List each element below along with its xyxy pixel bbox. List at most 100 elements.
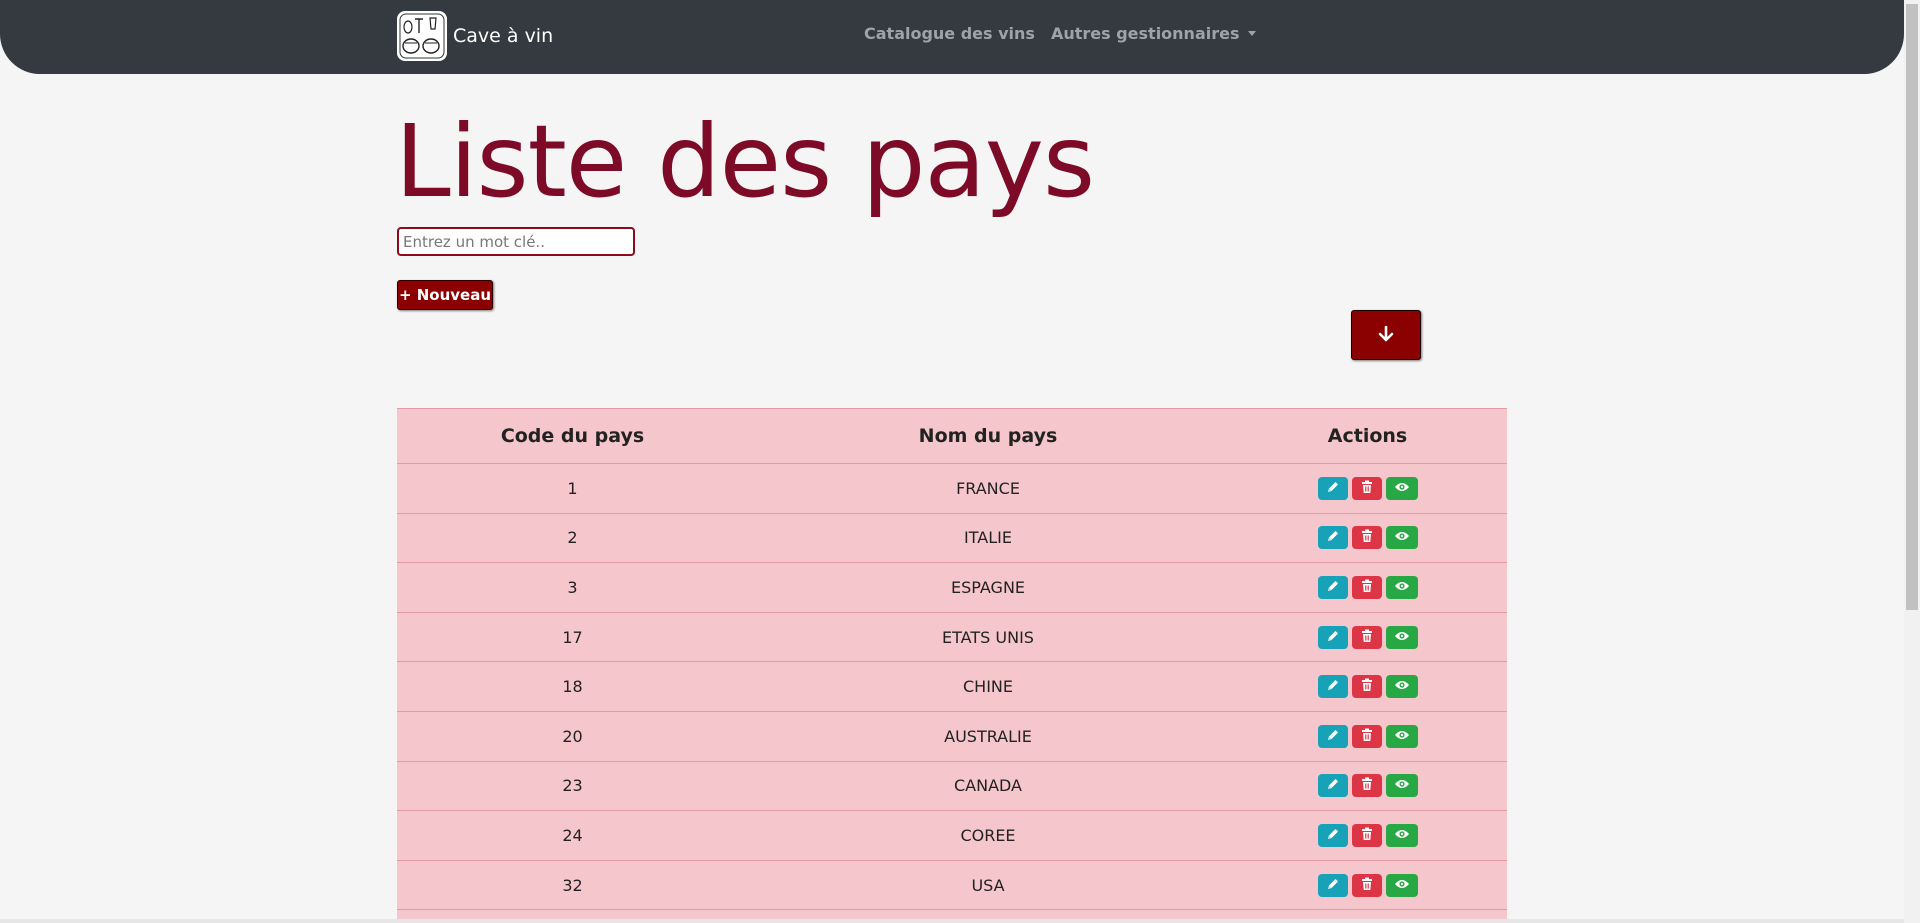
row-actions bbox=[1317, 625, 1418, 649]
eye-icon bbox=[1394, 828, 1410, 843]
cell-name: AUSTRALIE bbox=[748, 711, 1228, 762]
nav-links: Catalogue des vins Autres gestionnaires bbox=[864, 24, 1256, 43]
view-button[interactable] bbox=[1385, 675, 1418, 699]
cell-name: COREE bbox=[748, 810, 1228, 861]
brand-name: Cave à vin bbox=[453, 25, 554, 47]
edit-button[interactable] bbox=[1317, 724, 1348, 748]
cell-actions bbox=[1228, 860, 1507, 911]
cell-actions bbox=[1228, 513, 1507, 564]
edit-button[interactable] bbox=[1317, 526, 1348, 550]
edit-button[interactable] bbox=[1317, 873, 1348, 897]
eye-icon bbox=[1394, 729, 1410, 744]
cell-code: 20 bbox=[397, 711, 748, 762]
new-button[interactable]: + Nouveau bbox=[397, 280, 493, 310]
cell-actions bbox=[1228, 562, 1507, 613]
table-row: 24 COREE bbox=[397, 810, 1507, 861]
edit-button[interactable] bbox=[1317, 675, 1348, 699]
view-button[interactable] bbox=[1385, 724, 1418, 748]
table-row: 32 USA bbox=[397, 860, 1507, 911]
delete-button[interactable] bbox=[1351, 873, 1382, 897]
view-button[interactable] bbox=[1385, 526, 1418, 550]
table-row: 23 CANADA bbox=[397, 761, 1507, 812]
pencil-icon bbox=[1326, 529, 1340, 546]
cell-code: 24 bbox=[397, 810, 748, 861]
cell-code: 18 bbox=[397, 661, 748, 712]
view-button[interactable] bbox=[1385, 476, 1418, 500]
pencil-icon bbox=[1326, 877, 1340, 894]
view-button[interactable] bbox=[1385, 823, 1418, 847]
brand-link[interactable]: Cave à vin bbox=[397, 11, 553, 61]
eye-icon bbox=[1394, 481, 1410, 496]
view-button[interactable] bbox=[1385, 625, 1418, 649]
edit-button[interactable] bbox=[1317, 476, 1348, 500]
cell-name: ETATS UNIS bbox=[748, 612, 1228, 663]
cell-code: 23 bbox=[397, 761, 748, 812]
table-row: 3 ESPAGNE bbox=[397, 562, 1507, 613]
header-name: Nom du pays bbox=[748, 408, 1228, 464]
eye-icon bbox=[1394, 878, 1410, 893]
eye-icon bbox=[1394, 630, 1410, 645]
delete-button[interactable] bbox=[1351, 724, 1382, 748]
table-header-row: Code du pays Nom du pays Actions bbox=[397, 408, 1507, 464]
edit-button[interactable] bbox=[1317, 823, 1348, 847]
eye-icon bbox=[1394, 778, 1410, 793]
row-actions bbox=[1317, 823, 1418, 847]
wine-cellar-logo-icon bbox=[397, 11, 447, 61]
nav-dropdown-autres-gestionnaires[interactable]: Autres gestionnaires bbox=[1051, 24, 1256, 43]
delete-button[interactable] bbox=[1351, 476, 1382, 500]
cell-code: 3 bbox=[397, 562, 748, 613]
table-body: 1 FRANCE 2 ITALIE 3 ESPAGNE 17 ETATS UNIS 18 CHIN… bbox=[397, 463, 1507, 923]
arrow-down-icon bbox=[1378, 325, 1394, 346]
cell-name: ITALIE bbox=[748, 513, 1228, 564]
view-button[interactable] bbox=[1385, 774, 1418, 798]
scroll-down-button[interactable] bbox=[1351, 310, 1421, 360]
view-button[interactable] bbox=[1385, 873, 1418, 897]
pencil-icon bbox=[1326, 629, 1340, 646]
trash-icon bbox=[1361, 529, 1373, 546]
cell-name: FRANCE bbox=[748, 463, 1228, 514]
edit-button[interactable] bbox=[1317, 625, 1348, 649]
scrollbar-thumb[interactable] bbox=[1906, 4, 1918, 610]
row-actions bbox=[1317, 526, 1418, 550]
pencil-icon bbox=[1326, 579, 1340, 596]
trash-icon bbox=[1361, 579, 1373, 596]
bottom-edge bbox=[0, 919, 1904, 923]
edit-button[interactable] bbox=[1317, 575, 1348, 599]
trash-icon bbox=[1361, 678, 1373, 695]
row-actions bbox=[1317, 724, 1418, 748]
pencil-icon bbox=[1326, 480, 1340, 497]
trash-icon bbox=[1361, 877, 1373, 894]
row-actions bbox=[1317, 873, 1418, 897]
cell-code: 1 bbox=[397, 463, 748, 514]
nav-link-catalogue[interactable]: Catalogue des vins bbox=[864, 24, 1035, 43]
edit-button[interactable] bbox=[1317, 774, 1348, 798]
trash-icon bbox=[1361, 480, 1373, 497]
cell-name: ESPAGNE bbox=[748, 562, 1228, 613]
cell-name: USA bbox=[748, 860, 1228, 911]
pencil-icon bbox=[1326, 827, 1340, 844]
cell-code: 32 bbox=[397, 860, 748, 911]
cell-name: CHINE bbox=[748, 661, 1228, 712]
cell-actions bbox=[1228, 810, 1507, 861]
search-input[interactable] bbox=[397, 227, 635, 256]
delete-button[interactable] bbox=[1351, 823, 1382, 847]
delete-button[interactable] bbox=[1351, 675, 1382, 699]
countries-table: Code du pays Nom du pays Actions 1 FRANCE… bbox=[397, 408, 1507, 923]
table-row: 18 CHINE bbox=[397, 661, 1507, 712]
delete-button[interactable] bbox=[1351, 575, 1382, 599]
caret-down-icon bbox=[1247, 31, 1256, 36]
delete-button[interactable] bbox=[1351, 625, 1382, 649]
delete-button[interactable] bbox=[1351, 526, 1382, 550]
cell-actions bbox=[1228, 711, 1507, 762]
eye-icon bbox=[1394, 679, 1410, 694]
trash-icon bbox=[1361, 629, 1373, 646]
row-actions bbox=[1317, 675, 1418, 699]
cell-code: 2 bbox=[397, 513, 748, 564]
table-row: 20 AUSTRALIE bbox=[397, 711, 1507, 762]
trash-icon bbox=[1361, 728, 1373, 745]
table-row: 1 FRANCE bbox=[397, 463, 1507, 514]
delete-button[interactable] bbox=[1351, 774, 1382, 798]
trash-icon bbox=[1361, 827, 1373, 844]
view-button[interactable] bbox=[1385, 575, 1418, 599]
scrollbar[interactable] bbox=[1904, 0, 1920, 923]
